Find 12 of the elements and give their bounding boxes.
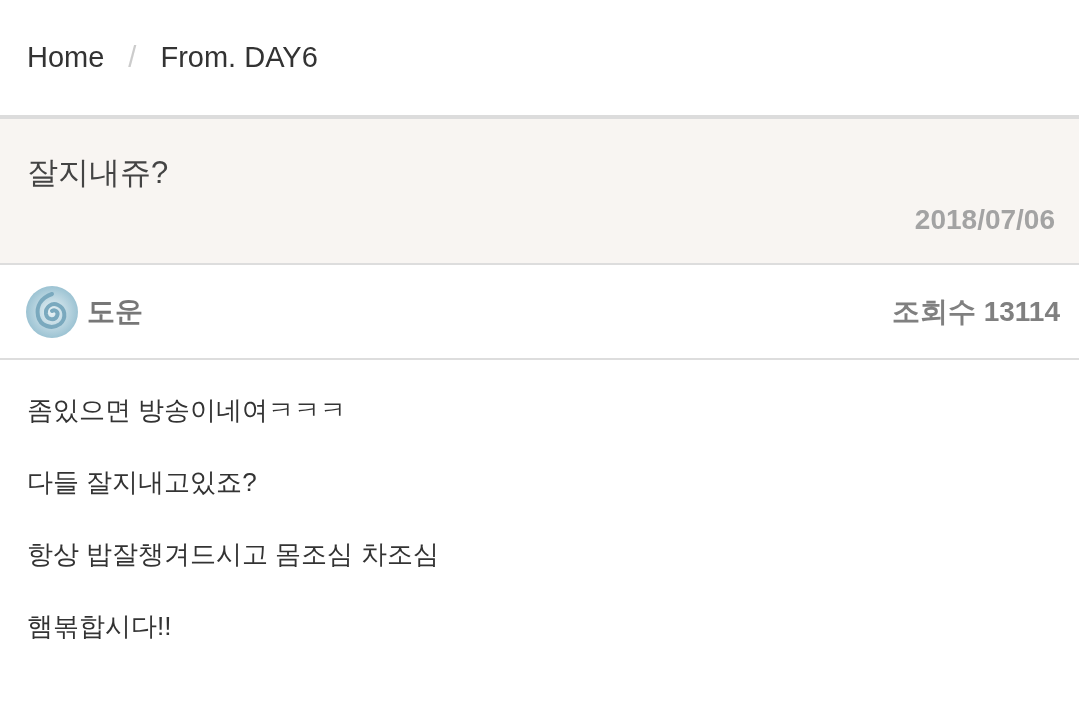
view-count: 조회수 13114 <box>891 294 1060 329</box>
breadcrumb-separator: / <box>128 39 137 75</box>
post-title: 잘지내쥬? <box>27 154 169 192</box>
body-paragraph: 좀있으면 방송이네여ㅋㅋㅋ <box>27 394 347 427</box>
avatar-spiral-icon <box>26 285 78 338</box>
breadcrumb-link[interactable]: Home <box>27 35 105 80</box>
body-paragraph: 다들 잘지내고있죠? <box>27 466 257 499</box>
body-paragraph: 햄볶합시다!! <box>27 610 172 643</box>
post-date: 2018/07/06 <box>914 203 1055 237</box>
author-name: 도운 <box>87 294 143 329</box>
breadcrumb-link[interactable]: From. DAY6 <box>160 35 318 80</box>
body-paragraph: 항상 밥잘챙겨드시고 몸조심 차조심 <box>27 538 439 571</box>
